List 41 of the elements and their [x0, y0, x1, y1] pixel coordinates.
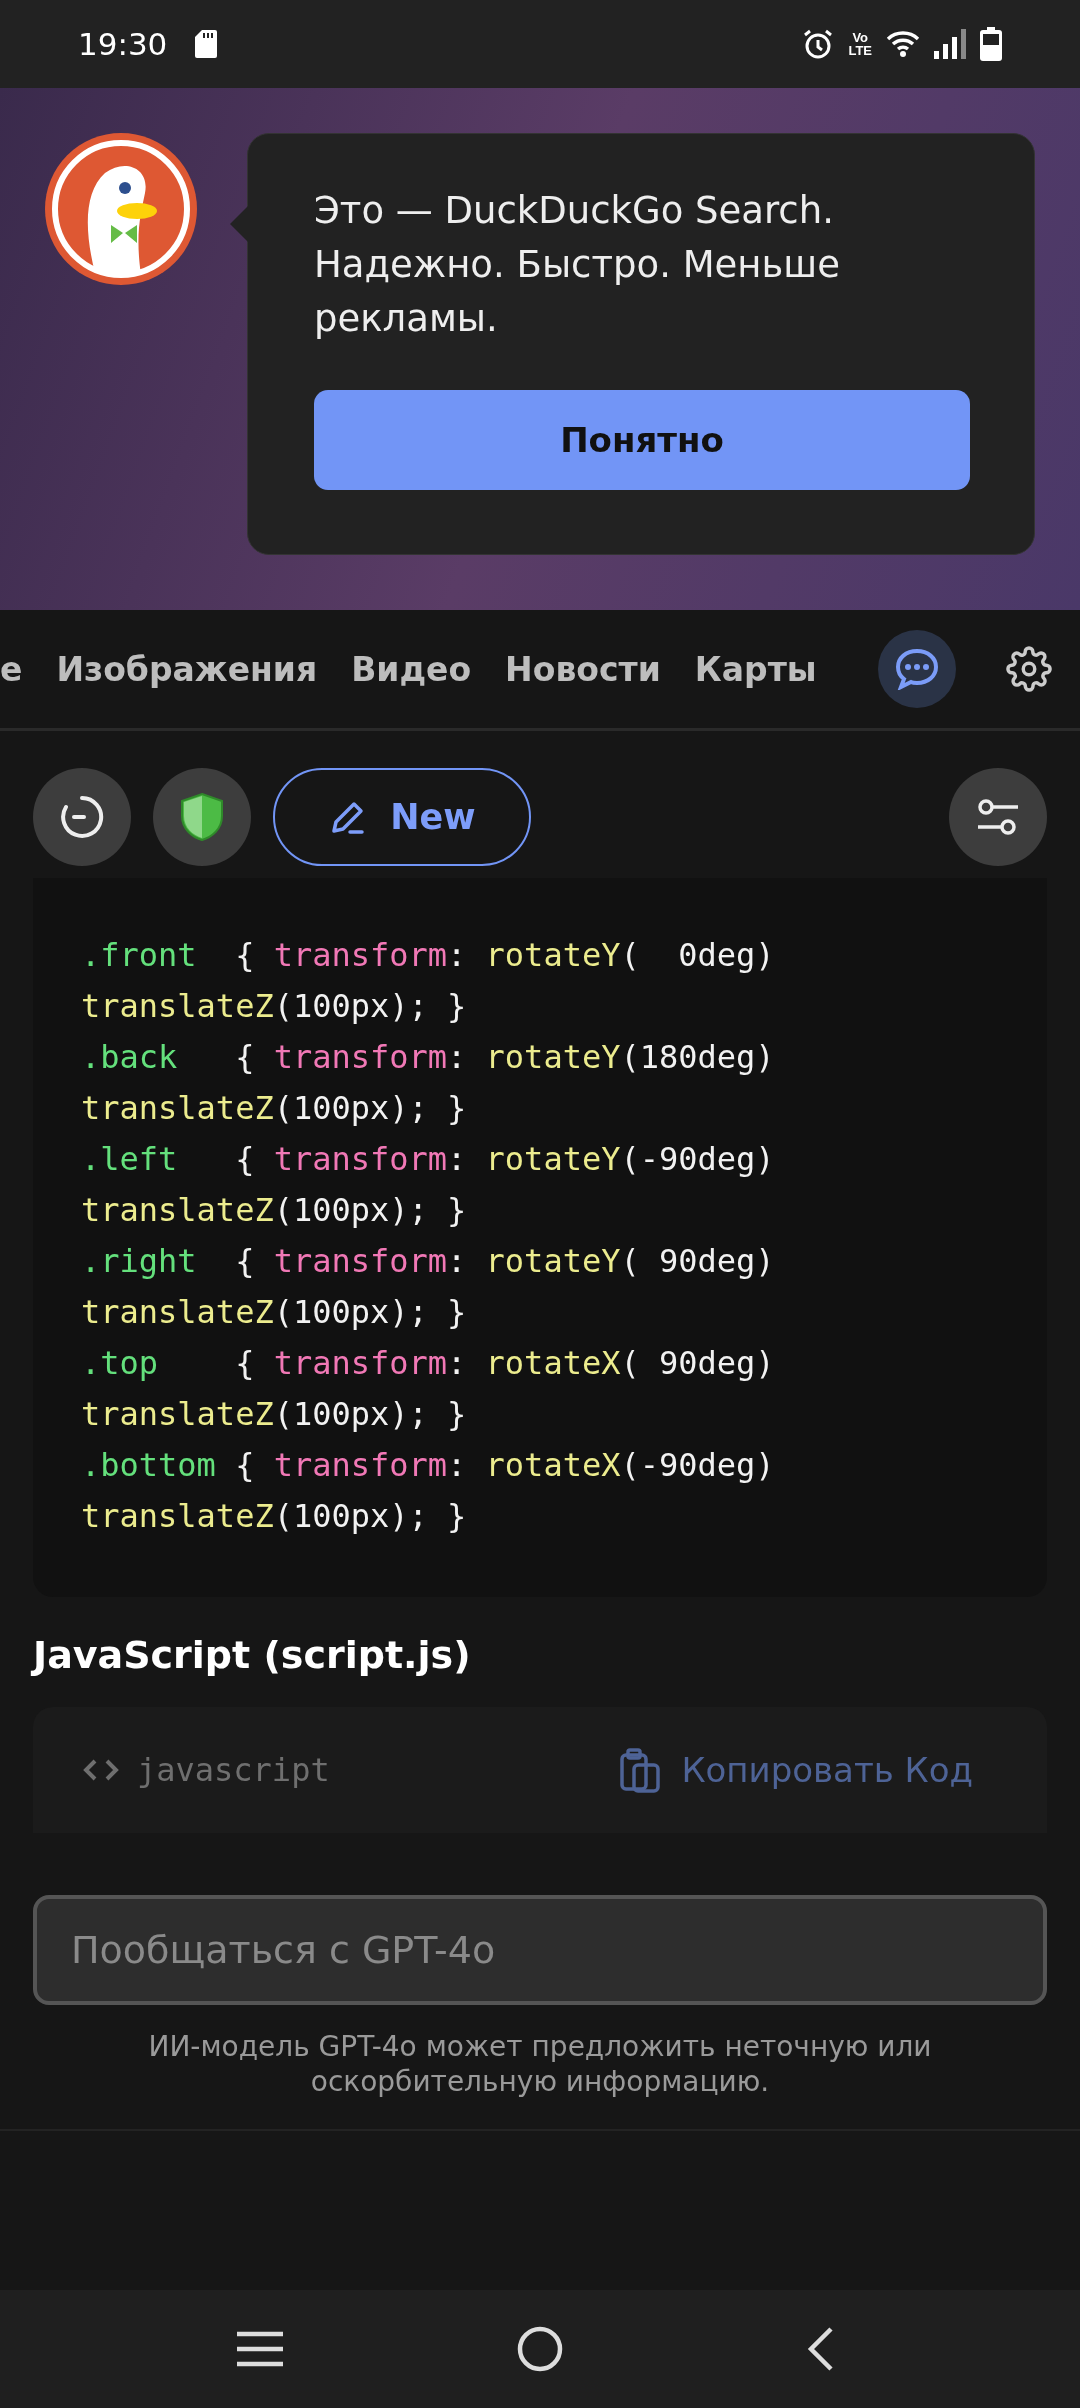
chat-input-field[interactable]: Пообщаться с GPT-4o: [33, 1895, 1047, 2005]
code-line: .top { transform: rotateX( 90deg): [81, 1343, 776, 1384]
search-tab[interactable]: е: [0, 649, 23, 689]
status-time: 19:30: [78, 26, 168, 62]
alarm-icon: [802, 28, 835, 60]
got-it-button[interactable]: Понятно: [314, 390, 970, 490]
chat-bubble-icon: [895, 648, 939, 690]
code-line: translateZ(100px); }: [81, 1088, 468, 1129]
search-tab[interactable]: Новости: [505, 649, 661, 689]
volte-indicator: Vo LTE: [848, 31, 872, 57]
back-icon: [805, 2326, 835, 2372]
clipboard-icon: [619, 1747, 662, 1793]
search-tab[interactable]: Карты: [694, 649, 817, 689]
new-chat-button[interactable]: New: [273, 768, 531, 866]
code-icon: [83, 1758, 119, 1782]
search-tab[interactable]: Изображения: [56, 649, 318, 689]
code-line: translateZ(100px); }: [81, 1394, 468, 1435]
language-label: javascript: [137, 1751, 330, 1789]
signal-icon: [934, 29, 966, 59]
sliders-icon: [976, 797, 1020, 837]
code-line: .bottom { transform: rotateX(-90deg): [81, 1445, 776, 1486]
circle-icon: [516, 2325, 564, 2373]
disclaimer-text: ИИ-модель GPT-4o может предложить неточную или оскорбительную информацию.: [147, 2029, 933, 2099]
timer-icon: [59, 794, 105, 840]
sd-card-icon: [195, 30, 218, 58]
onboarding-message: Это — DuckDuckGo Search. Надежно. Быстро. Меньше рекламы.: [314, 188, 841, 342]
code-line: .right { transform: rotateY( 90deg): [81, 1241, 776, 1282]
code-line: .left { transform: rotateY(-90deg): [81, 1139, 776, 1180]
battery-icon: [980, 27, 1002, 61]
code-line: translateZ(100px); }: [81, 1292, 468, 1333]
section-title: JavaScript (script.js): [33, 1633, 472, 1677]
code-line: translateZ(100px); }: [81, 1190, 468, 1231]
search-tab[interactable]: Видео: [351, 649, 472, 689]
code-line: translateZ(100px); }: [81, 986, 468, 1027]
shield-icon: [180, 792, 224, 842]
code-line: .back { transform: rotateY(180deg): [81, 1037, 776, 1078]
settings-icon: [1006, 646, 1052, 692]
wifi-icon: [886, 30, 920, 58]
code-line: .front { transform: rotateY( 0deg): [81, 935, 776, 976]
code-line: translateZ(100px); }: [81, 1496, 468, 1537]
menu-icon: [235, 2329, 285, 2369]
